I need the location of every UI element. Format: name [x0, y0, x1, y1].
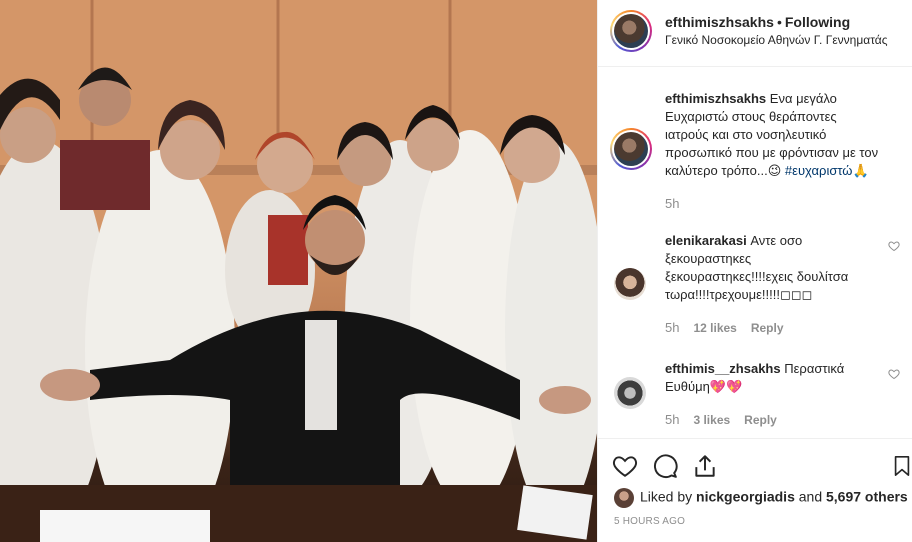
comment-like-heart-icon[interactable] — [888, 368, 900, 380]
post-photo[interactable] — [0, 0, 597, 542]
comment-likes[interactable]: 3 likes — [693, 413, 730, 427]
heart-icon[interactable] — [612, 453, 638, 479]
comment-reply-button[interactable]: Reply — [744, 413, 777, 427]
comment-text: elenikarakasi Αντε οσο ξεκουραστηκες ξεκ… — [665, 232, 890, 304]
comment-username[interactable]: efthimis__zhsakhs — [665, 361, 781, 376]
caption-text: efthimiszhsakhs Ενα μεγάλο Ευχαριστώ στο… — [665, 90, 905, 180]
comment-avatar[interactable] — [614, 268, 646, 300]
comment-like-heart-icon[interactable] — [888, 240, 900, 252]
comment-line-2: ξεκουραστηκες — [665, 251, 752, 266]
comment-avatar[interactable] — [614, 377, 646, 409]
comment-line-2: Ευθύμη💖💖 — [665, 379, 743, 394]
comment-meta: 5h 12 likes Reply — [665, 320, 798, 335]
comment-time[interactable]: 5h — [665, 320, 679, 335]
caption-avatar[interactable] — [610, 128, 652, 170]
caption-time[interactable]: 5h — [665, 196, 679, 211]
comment-line-3: ξεκουραστηκες!!!!εχεις δουλίτσα — [665, 269, 849, 284]
comment-icon[interactable] — [652, 453, 678, 479]
comment-line-1: Αντε οσο — [750, 233, 803, 248]
follow-status-button[interactable]: Following — [785, 14, 850, 30]
post-detail-panel: efthimiszhsakhs • Following Γενικό Νοσοκομ… — [597, 0, 912, 542]
post-photo-illustration — [0, 0, 597, 542]
share-icon[interactable] — [692, 453, 718, 479]
liked-by-and: and — [798, 488, 823, 505]
author-avatar[interactable] — [610, 10, 652, 52]
bookmark-icon[interactable] — [891, 453, 912, 479]
liker-avatar[interactable] — [614, 488, 634, 508]
comment-time[interactable]: 5h — [665, 412, 679, 427]
comment-line-1: Περαστικά — [784, 361, 845, 376]
caption-line-3: ιατρούς και στο νοσηλευτικό — [665, 127, 827, 142]
post-header: efthimiszhsakhs • Following Γενικό Νοσοκομ… — [598, 0, 912, 67]
comment-line-4: τωρα!!!!τρεχουμε!!!!!◻◻◻ — [665, 287, 813, 302]
liked-by-user-link[interactable]: nickgeorgiadis — [696, 489, 795, 505]
post-location[interactable]: Γενικό Νοσοκομείο Αθηνών Γ. Γεννηματάς — [665, 33, 888, 47]
caption-hashtag[interactable]: #ευχαριστώ🙏 — [785, 163, 869, 178]
comment-username[interactable]: elenikarakasi — [665, 233, 747, 248]
caption-username[interactable]: efthimiszhsakhs — [665, 91, 766, 106]
post-timestamp[interactable]: 5 HOURS AGO — [614, 516, 685, 527]
liked-by-prefix: Liked by — [640, 488, 693, 505]
caption-line-1: Ενα μεγάλο — [769, 91, 837, 106]
likes-count-link[interactable]: 5,697 others — [826, 489, 908, 505]
caption-line-2: Ευχαριστώ στους θεράποντες — [665, 109, 837, 124]
author-username[interactable]: efthimiszhsakhs — [665, 14, 774, 30]
comment-text: efthimis__zhsakhs Περαστικά Ευθύμη💖💖 — [665, 360, 890, 396]
liked-by-summary: Liked by nickgeorgiadis and 5,697 others — [614, 488, 908, 508]
caption-line-4: προσωπικό που με φρόντισαν με τον — [665, 145, 879, 160]
caption-line-5: καλύτερο τρόπο...😉 — [665, 163, 785, 178]
comment-reply-button[interactable]: Reply — [751, 321, 784, 335]
comment-meta: 5h 3 likes Reply — [665, 412, 791, 427]
separator-dot: • — [776, 14, 782, 30]
comment-likes[interactable]: 12 likes — [693, 321, 736, 335]
